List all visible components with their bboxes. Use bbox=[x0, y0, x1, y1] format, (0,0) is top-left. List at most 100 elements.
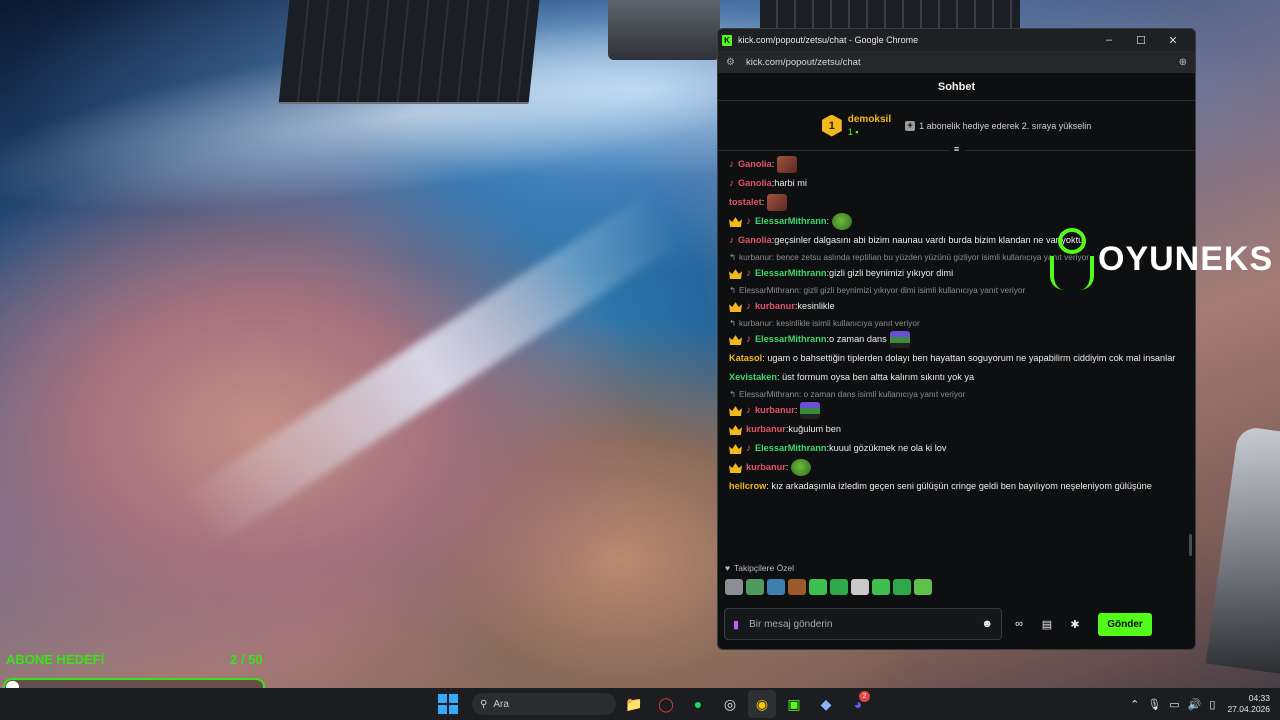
reply-context[interactable]: ↰ ElessarMithrann: o zaman dans isimli ku… bbox=[729, 387, 1185, 401]
chat-username[interactable]: ElessarMithrann bbox=[755, 214, 826, 229]
chat-scrollbar[interactable] bbox=[1189, 534, 1192, 556]
chat-username[interactable]: Ganolia bbox=[738, 233, 772, 248]
chat-username[interactable]: kurbanur bbox=[746, 422, 786, 437]
volume-icon[interactable]: 🔊 bbox=[1188, 698, 1202, 711]
obs-icon[interactable]: ◎ bbox=[716, 690, 744, 718]
chat-text: o zaman dans bbox=[829, 334, 887, 344]
follower-emote-icon[interactable] bbox=[830, 579, 848, 595]
chat-username[interactable]: kurbanur bbox=[755, 403, 795, 418]
chat-username[interactable]: ElessarMithrann bbox=[755, 332, 826, 347]
display-icon[interactable]: ▭ bbox=[1169, 698, 1179, 711]
notification-badge: 2 bbox=[859, 691, 870, 702]
oyuneks-mascot-icon bbox=[1048, 226, 1096, 292]
station-module bbox=[608, 0, 720, 60]
chat-username[interactable]: kurbanur bbox=[755, 299, 795, 314]
username-separator: : bbox=[826, 216, 830, 226]
site-info-icon[interactable]: ⚙ bbox=[726, 57, 740, 68]
battery-icon[interactable]: ▯ bbox=[1209, 698, 1215, 711]
window-titlebar[interactable]: K kick.com/popout/zetsu/chat - Google Ch… bbox=[718, 29, 1195, 51]
chat-username[interactable]: Ganolia bbox=[738, 176, 772, 191]
rank-badge: 1 bbox=[821, 114, 842, 137]
chat-text: kız arkadaşımla izledim geçen seni gülüş… bbox=[771, 481, 1152, 491]
reply-icon: ↰ bbox=[729, 389, 736, 399]
username-separator: : bbox=[794, 405, 798, 415]
url-text[interactable]: kick.com/popout/zetsu/chat bbox=[746, 57, 1179, 68]
follower-emote-icon[interactable] bbox=[914, 579, 932, 595]
chat-message: ♪ ElessarMithrann: kuuul gözükmek ne ola … bbox=[729, 439, 1185, 458]
chrome-icon[interactable]: ◉ bbox=[748, 690, 776, 718]
search-icon: ⚲ bbox=[480, 698, 488, 710]
follower-emote-icon[interactable] bbox=[872, 579, 890, 595]
follower-emote-icon[interactable] bbox=[746, 579, 764, 595]
windows-start-icon[interactable] bbox=[438, 694, 458, 714]
leader-name[interactable]: demoksil bbox=[848, 114, 891, 125]
follower-emote-icon[interactable] bbox=[788, 579, 806, 595]
discord-icon[interactable]: ◕ 2 bbox=[844, 690, 872, 718]
chat-username[interactable]: Katasol bbox=[729, 353, 762, 363]
close-button[interactable]: ✕ bbox=[1157, 34, 1189, 47]
taskbar-clock[interactable]: 04:33 27.04.2026 bbox=[1227, 693, 1270, 715]
reply-text: ElessarMithrann: o zaman dans isimli kul… bbox=[738, 389, 966, 399]
oyuneks-brand-text: OYUNEKS bbox=[1098, 239, 1274, 278]
guitar-badge-icon: ♪ bbox=[746, 301, 751, 312]
chat-emote-icon[interactable] bbox=[767, 194, 788, 211]
chat-text: kesinlikle bbox=[797, 301, 835, 311]
chat-username[interactable]: kurbanur bbox=[746, 460, 786, 475]
chat-message: tostalet: bbox=[729, 193, 1185, 212]
mic-tray-icon[interactable]: 🎙 bbox=[1147, 698, 1161, 711]
follower-emote-icon[interactable] bbox=[767, 579, 785, 595]
chat-text: ugam o bahsettiğin tiplerden dolayı ben … bbox=[767, 353, 1176, 363]
taskbar-search[interactable]: ⚲ Ara bbox=[472, 693, 616, 715]
maximize-button[interactable]: ☐ bbox=[1125, 34, 1157, 47]
chat-username[interactable]: ElessarMithrann bbox=[755, 441, 826, 456]
address-bar[interactable]: ⚙ kick.com/popout/zetsu/chat ⊕ bbox=[718, 51, 1195, 73]
mic-icon[interactable]: ▮ bbox=[733, 618, 739, 631]
settings-gear-icon[interactable]: ✱ bbox=[1064, 618, 1086, 631]
minimize-button[interactable]: – bbox=[1093, 34, 1125, 46]
follower-emote-icon[interactable] bbox=[725, 579, 743, 595]
follower-emote-icon[interactable] bbox=[809, 579, 827, 595]
store-icon[interactable]: ▤ bbox=[1036, 618, 1058, 631]
reply-context[interactable]: ↰ kurbanur: kesinlikle isimli kullanıcıya… bbox=[729, 316, 1185, 330]
chat-emote-icon[interactable] bbox=[889, 331, 910, 348]
chat-username[interactable]: hellcrow bbox=[729, 481, 766, 491]
chat-text: gizli gizli beynimizi yıkıyor dimi bbox=[829, 268, 954, 278]
message-input[interactable]: ▮ Bir mesaj gönderin ☻ bbox=[724, 608, 1002, 640]
guitar-badge-icon: ♪ bbox=[746, 334, 751, 345]
chat-message: Katasol: ugam o bahsettiğin tiplerden do… bbox=[729, 349, 1185, 368]
chat-message: ♪ ElessarMithrann: o zaman dans bbox=[729, 330, 1185, 349]
zoom-icon[interactable]: ⊕ bbox=[1179, 57, 1187, 68]
chat-username[interactable]: tostalet bbox=[729, 195, 762, 210]
tray-expand-icon[interactable]: ⌃ bbox=[1130, 698, 1139, 711]
username-separator: : bbox=[761, 197, 765, 207]
guitar-badge-icon: ♪ bbox=[729, 178, 734, 189]
chat-username[interactable]: Ganolia bbox=[738, 157, 772, 172]
chat-message: hellcrow: kız arkadaşımla izledim geçen … bbox=[729, 477, 1185, 496]
follower-emote-icon[interactable] bbox=[851, 579, 869, 595]
crown-badge-icon bbox=[729, 335, 742, 345]
reply-text: kurbanur: kesinlikle isimli kullanıcıya … bbox=[738, 318, 920, 328]
chat-username[interactable]: Xevistaken bbox=[729, 372, 777, 382]
follower-emote-icon[interactable] bbox=[893, 579, 911, 595]
cube-app-icon[interactable]: ◆ bbox=[812, 690, 840, 718]
chat-message: kurbanur: kuğulum ben bbox=[729, 420, 1185, 439]
opera-icon[interactable]: ◯ bbox=[652, 690, 680, 718]
crown-badge-icon bbox=[729, 444, 742, 454]
chat-emote-icon[interactable] bbox=[791, 459, 812, 476]
spotify-icon[interactable]: ● bbox=[684, 690, 712, 718]
cloud-streak bbox=[178, 192, 682, 548]
file-explorer-icon[interactable]: 📁 bbox=[620, 690, 648, 718]
username-separator: : bbox=[785, 462, 789, 472]
chat-username[interactable]: ElessarMithrann bbox=[755, 266, 826, 281]
loop-icon[interactable]: ∞ bbox=[1008, 618, 1030, 630]
chat-emote-icon[interactable] bbox=[800, 402, 821, 419]
guitar-badge-icon: ♪ bbox=[746, 268, 751, 279]
chat-message: Xevistaken: üst formum oysa ben altta ka… bbox=[729, 368, 1185, 387]
chat-emote-icon[interactable] bbox=[777, 156, 798, 173]
follower-emotes: ♥ Takipçilere Özel bbox=[718, 561, 1195, 605]
heart-icon: ♥ bbox=[725, 563, 731, 573]
chat-emote-icon[interactable] bbox=[832, 213, 853, 230]
send-button[interactable]: Gönder bbox=[1098, 612, 1152, 636]
emoji-icon[interactable]: ☻ bbox=[981, 618, 993, 630]
kick-app-icon[interactable]: ▣ bbox=[780, 690, 808, 718]
